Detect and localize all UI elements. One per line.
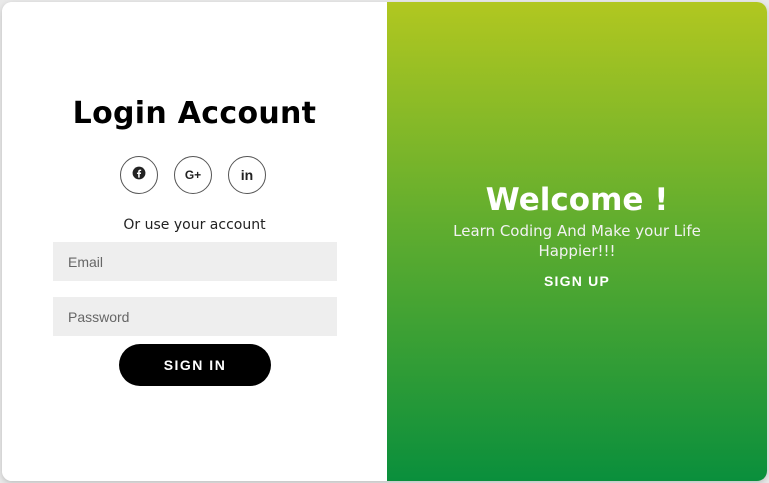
sign-in-button[interactable]: SIGN IN [119,344,271,386]
email-field[interactable] [53,242,337,281]
linkedin-icon: in [240,167,254,183]
welcome-subtitle: Learn Coding And Make your Life Happier!… [453,222,701,260]
linkedin-button[interactable]: in [228,156,266,194]
login-card: Login Account G+ in Or use your account … [2,2,767,481]
login-panel: Login Account G+ in Or use your account … [2,2,387,481]
sign-up-button[interactable]: SIGN UP [527,270,627,292]
social-buttons: G+ in [120,156,270,196]
welcome-title: Welcome ! [485,182,669,218]
google-plus-button[interactable]: G+ [174,156,212,194]
password-field[interactable] [53,297,337,336]
alt-login-text: Or use your account [123,217,266,233]
login-title: Login Account [72,96,317,131]
google-plus-icon: G+ [184,168,202,182]
facebook-icon [132,166,146,185]
welcome-panel: Welcome ! Learn Coding And Make your Lif… [387,2,767,481]
facebook-button[interactable] [120,156,158,194]
